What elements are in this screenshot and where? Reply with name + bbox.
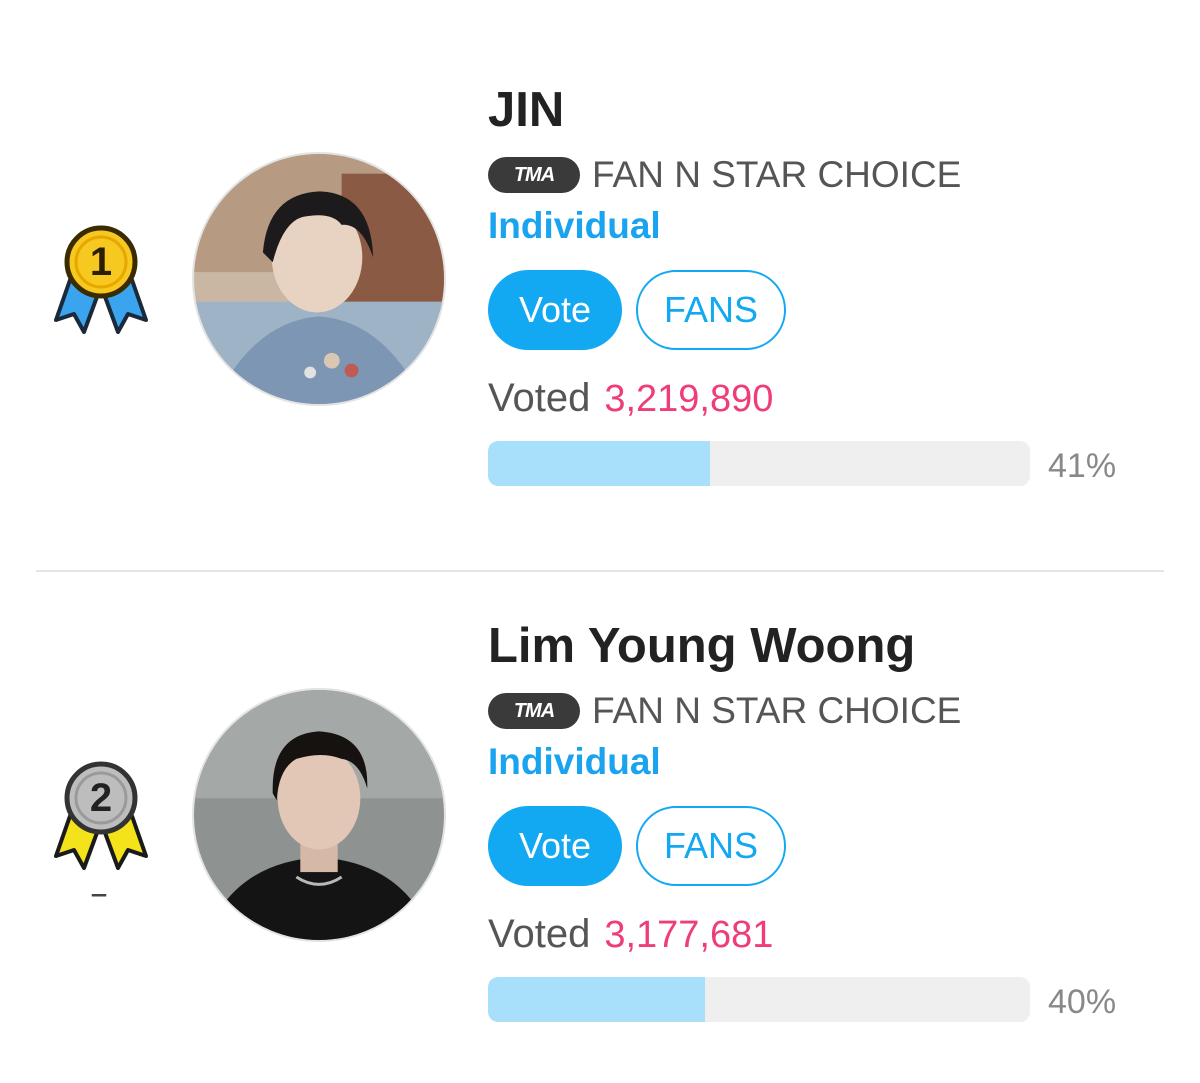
artist-avatar[interactable] [192,152,446,406]
vote-percentage: 40% [1048,983,1117,1021]
category-label: Individual [488,205,661,246]
voted-row: Voted 3,177,681 [488,912,773,965]
fans-button[interactable]: FANS [636,270,786,350]
tma-logo-badge: TMA [488,693,580,729]
artist-avatar[interactable] [192,688,446,942]
artist-name[interactable]: JIN [488,84,564,136]
voted-label: Voted [488,376,591,420]
award-name: FAN N STAR CHOICE [592,690,962,731]
vote-button[interactable]: Vote [488,270,622,350]
ranking-entry: 2 – Lim Young Woong TMA FAN N STAR CHOIC… [0,536,1200,1071]
voted-row: Voted 3,219,890 [488,376,773,429]
vote-count: 3,219,890 [604,378,774,420]
vote-progress-fill [488,977,705,1022]
artist-name[interactable]: Lim Young Woong [488,620,915,672]
ranking-entry: 1 JIN TMA FAN N STAR CHOICE Individual V… [0,0,1200,535]
fans-button[interactable]: FANS [636,806,786,886]
gold-medal-icon: 1 [48,222,154,336]
rank-number: 2 [89,776,113,820]
vote-progress-bar [488,977,1030,1022]
voted-label: Voted [488,912,591,956]
vote-count: 3,177,681 [604,914,774,956]
silver-medal-icon: 2 [48,758,154,872]
vote-percentage: 41% [1048,447,1117,485]
vote-progress-bar [488,441,1030,486]
award-row: TMA FAN N STAR CHOICE [488,152,961,198]
rank-change-indicator: – [90,873,108,914]
category-label: Individual [488,741,661,782]
award-row: TMA FAN N STAR CHOICE [488,688,961,734]
rank-number: 1 [89,240,113,284]
tma-logo-badge: TMA [488,157,580,193]
vote-progress-fill [488,441,711,486]
vote-button[interactable]: Vote [488,806,622,886]
award-name: FAN N STAR CHOICE [592,154,962,195]
